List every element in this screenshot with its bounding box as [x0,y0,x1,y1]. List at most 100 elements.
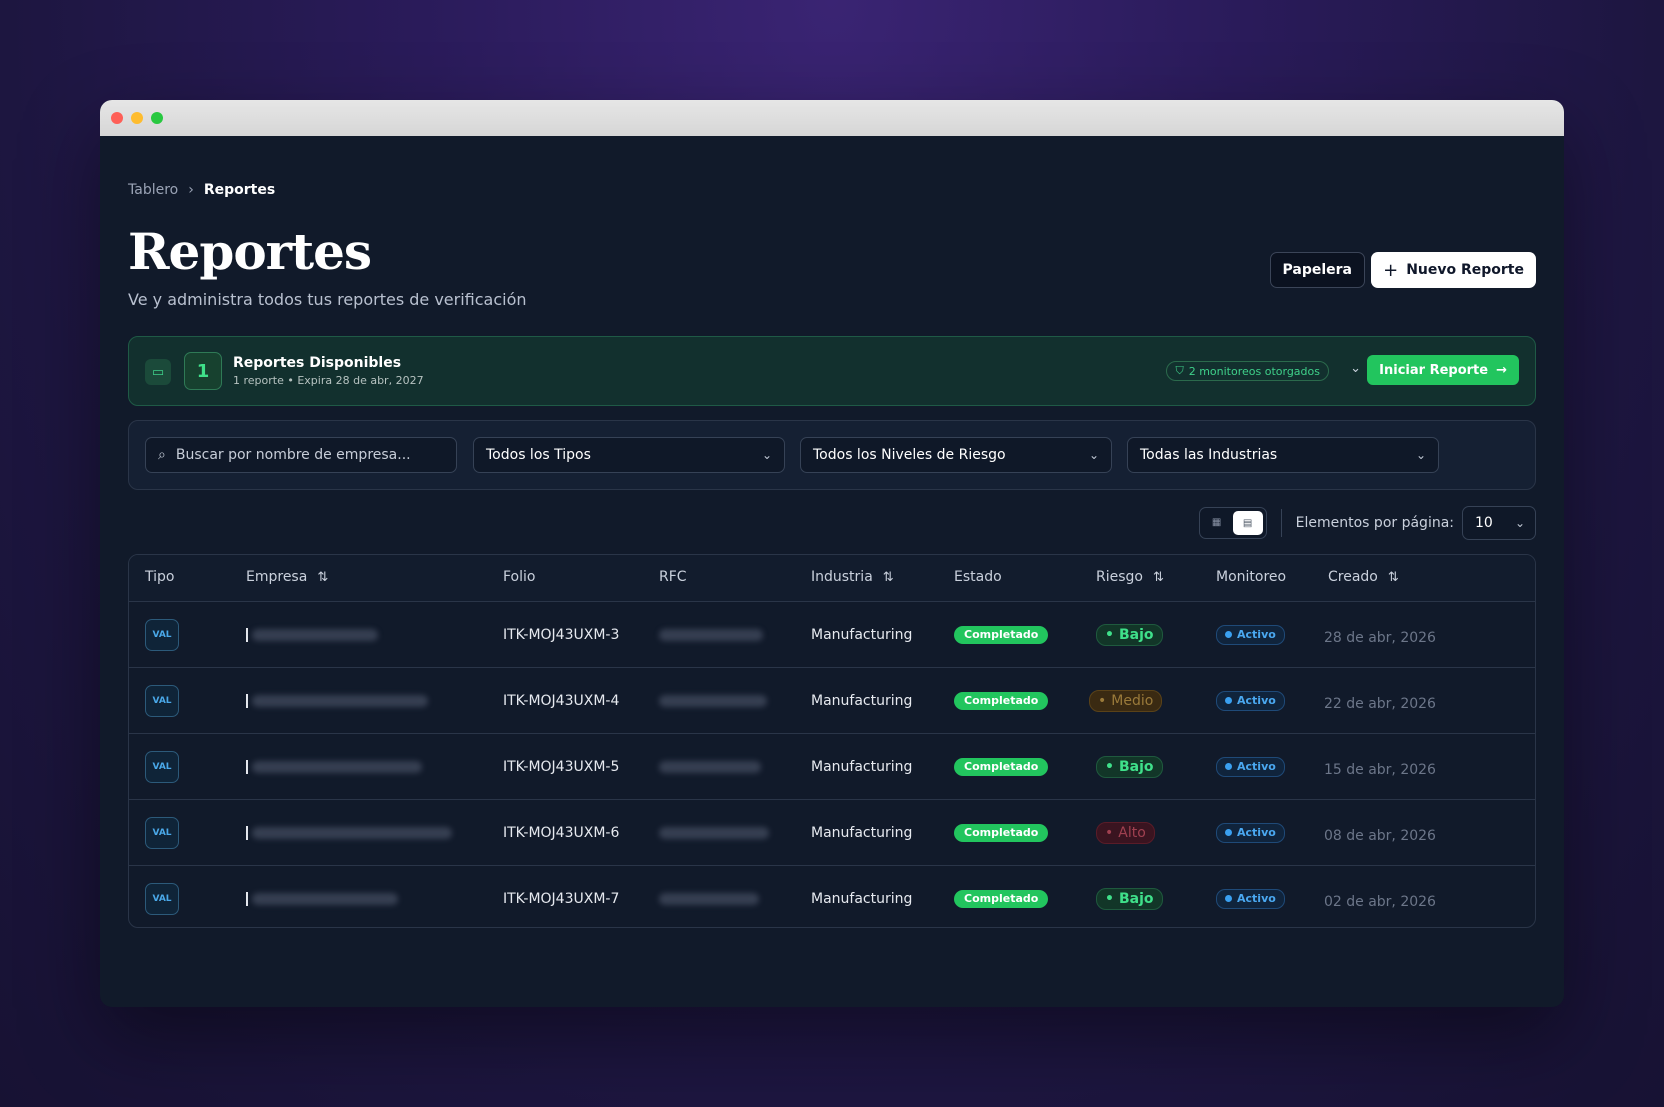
folio-cell: ITK-MOJ43UXM-6 [503,824,620,841]
industry-filter-select[interactable]: Todas las Industrias ⌄ [1127,437,1439,473]
risk-filter-select[interactable]: Todos los Niveles de Riesgo ⌄ [800,437,1112,473]
empresa-cell [246,734,422,799]
grid-view-icon[interactable]: ▦ [1208,516,1226,530]
sort-icon: ⇅ [1387,569,1399,585]
table-row[interactable]: VAL ITK-MOJ43UXM-4 Manufacturing Completado… [129,668,1535,734]
folio-cell: ITK-MOJ43UXM-3 [503,626,620,643]
empresa-cell [246,866,398,927]
table-row[interactable]: VAL ITK-MOJ43UXM-6 Manufacturing Completado… [129,800,1535,866]
status-dot-icon [1225,895,1232,902]
col-industria[interactable]: Industria ⇅ [811,569,894,585]
monitoreo-cell: Activo [1216,602,1285,667]
maximize-window-button[interactable] [151,112,163,124]
sort-icon: ⇅ [1152,569,1164,585]
expand-chevron-icon[interactable]: ⌄ [1350,361,1361,376]
plus-icon: + [1383,259,1399,281]
type-filter-select[interactable]: Todos los Tipos ⌄ [473,437,785,473]
status-dot-icon [1225,829,1232,836]
empresa-cell [246,800,452,865]
tipo-cell: VAL [145,602,179,667]
minimize-window-button[interactable] [131,112,143,124]
chevron-down-icon: ⌄ [1088,448,1099,462]
risk-badge: • Bajo [1096,887,1163,910]
creado-cell: 08 de abr, 2026 [1324,827,1436,844]
col-creado[interactable]: Creado ⇅ [1328,569,1399,585]
industria-cell: Manufacturing [811,890,913,907]
status-badge: Completado [954,625,1049,644]
credits-banner: ▭ 1 Reportes Disponibles 1 reporte • Exp… [128,336,1536,406]
creado-cell: 02 de abr, 2026 [1324,893,1436,910]
tipo-cell: VAL [145,800,179,865]
empresa-cell [246,668,428,733]
estado-cell: Completado [954,800,1049,865]
monitoring-badge: ⛉ 2 monitoreos otorgados [1166,361,1329,381]
table-header: Tipo Empresa ⇅ Folio RFC Industria ⇅ Estad… [129,555,1535,602]
monitoring-status-badge: Activo [1216,690,1285,711]
estado-cell: Completado [954,602,1049,667]
empresa-cell [246,602,378,667]
tipo-cell: VAL [145,866,179,927]
table-toolbar: ▦ ▤ Elementos por página: 10 ⌄ [1198,506,1536,540]
risk-badge: • Alto [1096,821,1155,844]
creado-cell: 22 de abr, 2026 [1324,695,1436,712]
col-tipo: Tipo [145,569,175,585]
reports-table: Tipo Empresa ⇅ Folio RFC Industria ⇅ Estad… [128,554,1536,928]
type-filter-value: Todos los Tipos [486,447,591,463]
monitoreo-cell: Activo [1216,800,1285,865]
folio-cell: ITK-MOJ43UXM-7 [503,890,620,907]
breadcrumb-current: Reportes [203,182,276,198]
industria-cell: Manufacturing [811,626,913,643]
monitoreo-cell: Activo [1216,668,1285,733]
table-row[interactable]: VAL ITK-MOJ43UXM-7 Manufacturing Completado… [129,866,1535,927]
type-badge: VAL [145,618,179,651]
bullet-icon: • [1098,692,1107,709]
chevron-down-icon: ⌄ [1514,516,1525,530]
col-riesgo[interactable]: Riesgo ⇅ [1096,569,1164,585]
risk-filter-value: Todos los Niveles de Riesgo [813,447,1006,463]
close-window-button[interactable] [111,112,123,124]
monitoring-status-badge: Activo [1216,822,1285,843]
status-badge: Completado [954,691,1049,710]
page-title: Reportes [128,222,372,281]
table-row[interactable]: VAL ITK-MOJ43UXM-5 Manufacturing Completado… [129,734,1535,800]
riesgo-cell: • Bajo [1096,734,1163,799]
filters-panel: ⌕ Buscar por nombre de empresa... Todos … [128,420,1536,490]
status-badge: Completado [954,889,1049,908]
status-dot-icon [1225,631,1232,638]
per-page-select[interactable]: 10 ⌄ [1462,506,1536,540]
estado-cell: Completado [954,734,1049,799]
view-toggle[interactable]: ▦ ▤ [1198,507,1267,539]
col-empresa[interactable]: Empresa ⇅ [246,569,328,585]
monitoreo-cell: Activo [1216,734,1285,799]
search-placeholder: Buscar por nombre de empresa... [175,447,411,463]
rfc-cell [659,734,761,799]
industria-cell: Manufacturing [811,692,913,709]
monitoring-status-badge: Activo [1216,756,1285,777]
credits-subtitle: 1 reporte • Expira 28 de abr, 2027 [233,374,424,387]
credits-count: 1 [184,352,222,390]
folio-cell: ITK-MOJ43UXM-4 [503,692,620,709]
monitoring-label: 2 monitoreos otorgados [1188,364,1320,378]
industria-cell: Manufacturing [811,758,913,775]
table-row[interactable]: VAL ITK-MOJ43UXM-3 Manufacturing Completado… [129,602,1535,668]
credits-title: Reportes Disponibles [233,355,402,371]
title-bar [100,100,1564,136]
col-rfc: RFC [659,569,687,585]
app-window: Tablero › Reportes Reportes Ve y adminis… [100,100,1564,1007]
type-badge: VAL [145,882,179,915]
status-dot-icon [1225,763,1232,770]
new-report-button[interactable]: + Nuevo Reporte [1371,252,1536,288]
main-content: Tablero › Reportes Reportes Ve y adminis… [128,136,1536,1007]
sort-icon: ⇅ [882,569,894,585]
arrow-right-icon: → [1496,362,1507,378]
start-report-button[interactable]: Iniciar Reporte → [1367,355,1519,385]
creado-cell: 15 de abr, 2026 [1324,761,1436,778]
list-view-icon[interactable]: ▤ [1232,511,1263,535]
status-dot-icon [1225,697,1232,704]
rfc-cell [659,668,767,733]
breadcrumb-root-link[interactable]: Tablero [128,182,178,198]
industria-cell: Manufacturing [811,824,913,841]
sort-icon: ⇅ [317,569,329,585]
search-input[interactable]: ⌕ Buscar por nombre de empresa... [145,437,457,473]
trash-button[interactable]: Papelera [1269,252,1365,288]
